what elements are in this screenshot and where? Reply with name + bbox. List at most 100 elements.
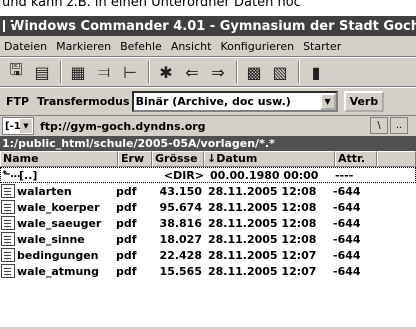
file-attr: -644 [333,248,361,262]
file-attr: -644 [333,200,361,214]
file-name: bedingungen [17,248,99,262]
back-arrow-icon[interactable]: ⇐ [180,61,204,83]
file-size: 22.428 [159,248,202,262]
pdf-file-icon [1,184,15,198]
sync-icon[interactable]: ▧ [268,61,292,83]
current-path-bar: 1:/public_html/schule/2005-05A/vorlagen/… [0,136,416,151]
column-ext[interactable]: Erw [118,151,152,167]
file-date: 28.11.2005 12:08 [208,232,317,246]
menu-markieren[interactable]: Markieren [56,40,111,53]
pdf-file-icon [1,200,15,214]
disconnect-button-label: Verb [349,95,379,108]
title-bar[interactable]: Windows Commander 4.01 - Gymnasium der S… [0,16,416,36]
table-row[interactable]: wale_sinne pdf 18.027 28.11.2005 12:08 -… [0,231,416,247]
pdf-file-icon [1,248,15,262]
pdf-file-icon [1,216,15,230]
table-row[interactable]: ⬑… [..] <DIR> 00.00.1980 00:00 ---- [0,167,416,183]
file-attr: -644 [333,232,361,246]
view-list-icon[interactable]: ▤ [30,61,54,83]
star-icon[interactable]: ✱ [154,61,178,83]
file-size: 43.150 [159,184,202,198]
file-date: 28.11.2005 12:07 [208,248,317,262]
file-attr: -644 [333,184,361,198]
toolbar-separator [236,61,238,83]
file-date: 00.00.1980 00:00 [210,168,319,182]
toolbar-separator [298,61,300,83]
drive-bar: [-1-] ▼ ftp://gym-goch.dyndns.org \ .. [0,116,416,136]
column-name[interactable]: Name [0,151,118,167]
file-ext: pdf [116,184,137,198]
column-header: Name Erw Grösse ↓Datum Attr. [0,151,416,167]
table-row[interactable]: wale_atmung pdf 15.565 28.11.2005 12:07 … [0,263,416,279]
chevron-down-icon[interactable]: ▼ [319,93,336,110]
app-icon[interactable] [3,20,15,32]
drive-select[interactable]: [-1-] ▼ [2,117,34,135]
file-size: <DIR> [163,168,204,182]
forward-arrow-icon[interactable]: ⇒ [206,61,230,83]
column-attr[interactable]: Attr. [335,151,377,167]
column-date[interactable]: ↓Datum [204,151,335,167]
floppy-save-icon[interactable]: 🖫 [4,60,28,83]
parent-dir-button[interactable]: .. [390,117,408,134]
transfer-mode-label: Transfermodus [37,95,130,108]
parent-dir-label: .. [395,120,403,131]
file-size: 38.816 [159,216,202,230]
table-row[interactable]: bedingungen pdf 22.428 28.11.2005 12:07 … [0,247,416,263]
file-ext: pdf [116,264,137,278]
file-ext: pdf [116,200,137,214]
sort-icon[interactable]: ⫤ [92,61,116,83]
grid-icon[interactable]: ▦ [66,61,90,83]
table-row[interactable]: walarten pdf 43.150 28.11.2005 12:08 -64… [0,183,416,199]
menu-befehle[interactable]: Befehle [120,40,162,53]
file-list: ⬑… [..] <DIR> 00.00.1980 00:00 ---- wala… [0,167,416,327]
file-date: 28.11.2005 12:07 [208,264,317,278]
column-size[interactable]: Grösse [152,151,204,167]
transfer-mode-select[interactable]: Binär (Archive, doc usw.) ▼ [131,91,338,112]
file-ext: pdf [116,248,137,262]
up-folder-icon: ⬑… [2,169,21,180]
file-size: 18.027 [159,232,202,246]
transfer-mode-value: Binär (Archive, doc usw.) [135,95,291,108]
menu-bar: Dateien Markieren Befehle Ansicht Konfig… [0,36,416,57]
file-date: 28.11.2005 12:08 [208,216,317,230]
column-filler [377,151,416,167]
file-date: 28.11.2005 12:08 [208,184,317,198]
file-size: 95.674 [159,200,202,214]
menu-konfigurieren[interactable]: Konfigurieren [220,40,294,53]
table-row[interactable]: wale_saeuger pdf 38.816 28.11.2005 12:08… [0,215,416,231]
toolbar-separator [60,61,62,83]
commander-window: Windows Commander 4.01 - Gymnasium der S… [0,16,416,329]
pdf-file-icon [1,264,15,278]
menu-dateien[interactable]: Dateien [4,40,47,53]
toolbar-separator [148,61,150,83]
ftp-label: FTP [6,95,30,108]
document-caption: und kann z.B. in einen Unterordner Daten… [0,0,416,16]
notepad-icon[interactable]: ▮ [304,61,328,83]
ftp-host: ftp://gym-goch.dyndns.org [40,119,206,133]
pdf-file-icon [1,232,15,246]
toolbar: 🖫 ▤ ▦ ⫤ ⊢ ✱ ⇐ ⇒ ▩ ▧ ▮ [0,57,416,87]
file-attr: ---- [335,168,354,182]
tree-icon[interactable]: ⊢ [118,61,142,83]
file-name: wale_atmung [17,264,99,278]
file-ext: pdf [116,216,137,230]
file-attr: -644 [333,216,361,230]
chevron-down-icon[interactable]: ▼ [20,119,32,133]
file-name: wale_sinne [17,232,85,246]
file-size: 15.565 [159,264,202,278]
caption-text: und kann z.B. in einen Unterordner Daten… [2,0,301,10]
compare-icon[interactable]: ▩ [242,61,266,83]
menu-starter[interactable]: Starter [303,40,341,53]
file-name: [..] [19,168,38,182]
table-row[interactable]: wale_koerper pdf 95.674 28.11.2005 12:08… [0,199,416,215]
current-path: 1:/public_html/schule/2005-05A/vorlagen/… [2,137,275,150]
file-name: wale_koerper [17,200,100,214]
menu-ansicht[interactable]: Ansicht [171,40,212,53]
file-ext: pdf [116,232,137,246]
window-title: Windows Commander 4.01 - Gymnasium der S… [10,18,416,34]
file-attr: -644 [333,264,361,278]
file-name: walarten [17,184,72,198]
disconnect-button[interactable]: Verb [343,91,385,112]
ftp-bar: FTP Transfermodus Binär (Archive, doc us… [0,87,416,116]
root-dir-button[interactable]: \ [370,117,388,134]
